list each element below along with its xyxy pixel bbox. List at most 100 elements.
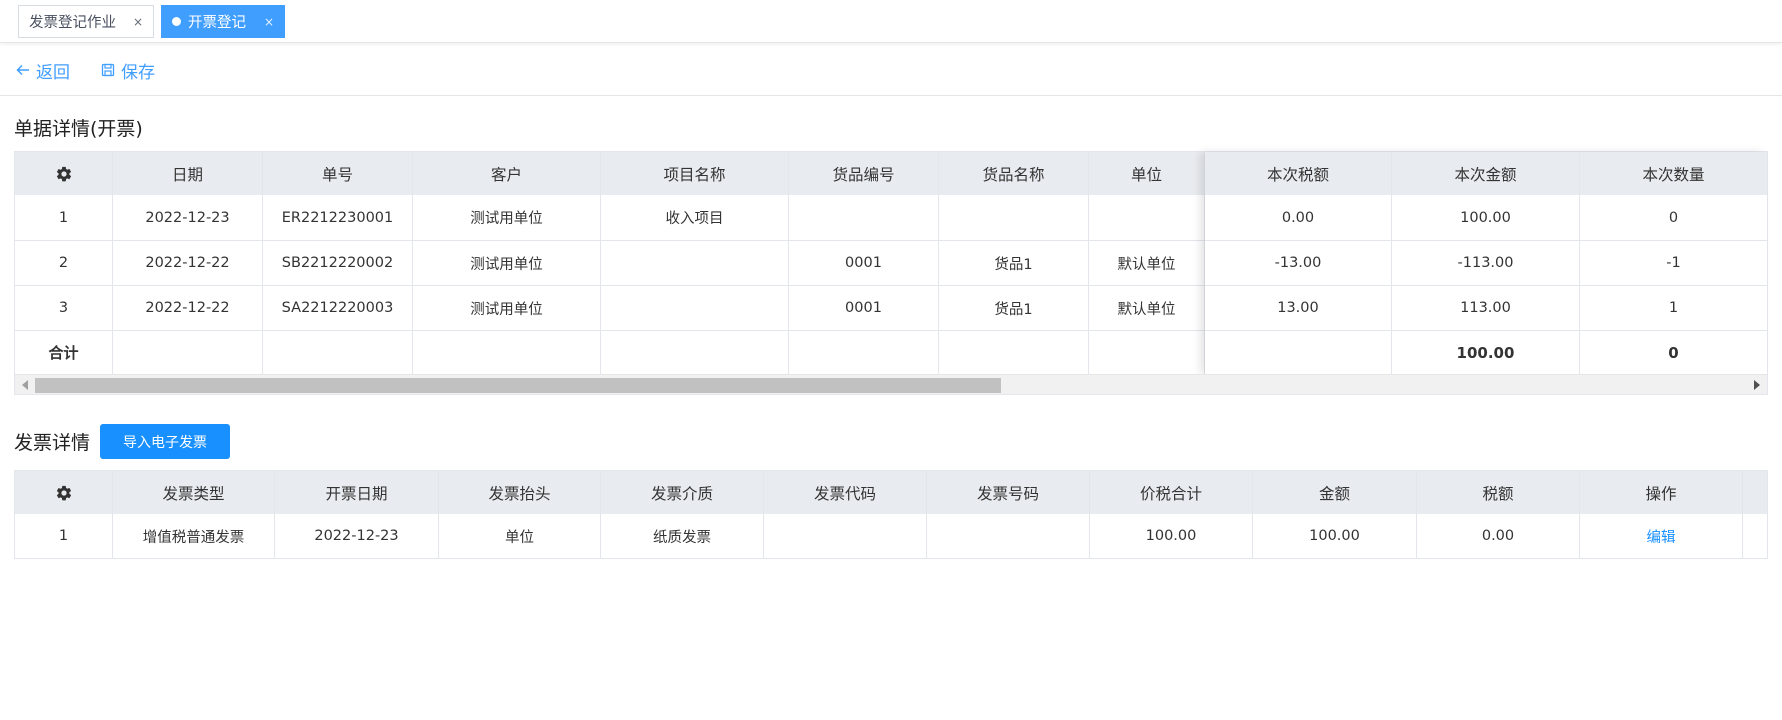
summary-cell: [1089, 331, 1205, 374]
column-header-amount: 本次金额: [1392, 152, 1580, 195]
summary-cell: [789, 331, 939, 374]
column-header-qty: 本次数量: [1580, 152, 1767, 195]
save-label: 保存: [121, 62, 155, 83]
column-header-tax: 税额: [1417, 471, 1580, 514]
close-icon[interactable]: ×: [264, 15, 274, 29]
cell-qty: 0: [1668, 209, 1679, 226]
toolbar: 返回 保存: [0, 43, 1782, 96]
summary-qty: 0: [1668, 343, 1679, 362]
cell-doc-no: SA2212220003: [263, 286, 413, 330]
cell-goods-name: 货品1: [939, 286, 1089, 330]
back-button[interactable]: 返回: [16, 58, 70, 83]
summary-cell: [113, 331, 263, 374]
cell-goods-name: [939, 195, 1089, 240]
back-label: 返回: [36, 62, 70, 83]
row-index: 1: [15, 195, 113, 240]
column-settings-button[interactable]: [15, 152, 113, 195]
horizontal-scrollbar[interactable]: [15, 374, 1767, 394]
cell-spacer: [1743, 514, 1767, 558]
edit-link[interactable]: 编辑: [1647, 526, 1676, 547]
column-header-amount: 金额: [1253, 471, 1417, 514]
column-header-tax: 本次税额: [1205, 152, 1392, 195]
cell-invoice-title: 单位: [439, 514, 601, 558]
column-header-issue-date: 开票日期: [275, 471, 439, 514]
column-header-spacer: [1743, 471, 1767, 514]
cell-amount: 100.00: [1253, 514, 1417, 558]
save-button[interactable]: 保存: [101, 58, 155, 83]
summary-cell: [413, 331, 601, 374]
section-title-document-details: 单据详情(开票): [14, 118, 143, 140]
close-icon[interactable]: ×: [133, 15, 143, 29]
cell-tax: 0.00: [1205, 195, 1392, 240]
cell-invoice-number: [927, 514, 1090, 558]
column-header-project: 项目名称: [601, 152, 789, 195]
cell-actions: 编辑: [1580, 514, 1743, 558]
fixed-right-columns: 本次税额 本次金额 本次数量 0.00 100.00 0 -13.00 -113…: [1205, 152, 1767, 374]
column-header-unit: 单位: [1089, 152, 1205, 195]
gear-icon: [55, 484, 73, 502]
cell-unit: 默认单位: [1089, 286, 1205, 330]
row-index: 1: [15, 514, 113, 558]
cell-qty: -1: [1666, 255, 1681, 271]
document-details-table: 日期 单号 客户 项目名称 货品编号 货品名称 单位 1 2022-12-23 …: [14, 151, 1768, 395]
table-row[interactable]: 13.00 113.00 1: [1205, 286, 1767, 331]
cell-date: 2022-12-23: [113, 195, 263, 240]
cell-project: 收入项目: [601, 195, 789, 240]
summary-cell: [939, 331, 1089, 374]
table-row[interactable]: 1 增值税普通发票 2022-12-23 单位 纸质发票 100.00 100.…: [15, 514, 1767, 558]
summary-cell: [601, 331, 789, 374]
column-settings-button[interactable]: [15, 471, 113, 514]
column-header-goods-name: 货品名称: [939, 152, 1089, 195]
tab-bar: 发票登记作业 × 开票登记 ×: [0, 0, 1782, 43]
tab-issue-invoice-registration[interactable]: 开票登记 ×: [161, 5, 285, 38]
cell-tax: 13.00: [1205, 286, 1392, 330]
row-index: 3: [15, 286, 113, 330]
cell-goods-name: 货品1: [939, 241, 1089, 285]
scrollbar-thumb[interactable]: [35, 378, 1001, 393]
cell-invoice-type: 增值税普通发票: [113, 514, 275, 558]
table-row[interactable]: -13.00 -113.00 -1: [1205, 241, 1767, 286]
column-header-invoice-number: 发票号码: [927, 471, 1090, 514]
cell-date: 2022-12-22: [113, 286, 263, 330]
tab-invoice-registration-job[interactable]: 发票登记作业 ×: [18, 5, 154, 38]
tab-label: 发票登记作业: [29, 15, 116, 31]
cell-unit: 默认单位: [1089, 241, 1205, 285]
column-header-customer: 客户: [413, 152, 601, 195]
cell-doc-no: ER2212230001: [263, 195, 413, 240]
cell-amount: -113.00: [1392, 241, 1580, 285]
cell-qty: 1: [1668, 300, 1679, 316]
summary-label: 合计: [15, 331, 113, 374]
column-header-date: 日期: [113, 152, 263, 195]
arrow-left-icon: [16, 63, 30, 77]
cell-invoice-code: [764, 514, 927, 558]
cell-goods-code: [789, 195, 939, 240]
summary-row: 100.00 0: [1205, 331, 1767, 374]
cell-goods-code: 0001: [789, 286, 939, 330]
column-header-invoice-code: 发票代码: [764, 471, 927, 514]
import-e-invoice-button[interactable]: 导入电子发票: [100, 424, 230, 459]
cell-customer: 测试用单位: [413, 241, 601, 285]
summary-amount: 100.00: [1392, 331, 1580, 374]
cell-customer: 测试用单位: [413, 286, 601, 330]
cell-issue-date: 2022-12-23: [275, 514, 439, 558]
section-title-invoice-details: 发票详情: [14, 432, 91, 454]
column-header-invoice-type: 发票类型: [113, 471, 275, 514]
table-header-row: 发票类型 开票日期 发票抬头 发票介质 发票代码 发票号码 价税合计 金额 税额…: [15, 471, 1767, 514]
table-row[interactable]: 0.00 100.00 0: [1205, 195, 1767, 241]
scroll-right-arrow-icon[interactable]: [1754, 380, 1760, 390]
cell-tax: -13.00: [1205, 241, 1392, 285]
scroll-left-arrow-icon[interactable]: [22, 380, 28, 390]
cell-amount: 100.00: [1392, 195, 1580, 240]
row-index: 2: [15, 241, 113, 285]
invoice-details-table: 发票类型 开票日期 发票抬头 发票介质 发票代码 发票号码 价税合计 金额 税额…: [14, 470, 1768, 559]
cell-date: 2022-12-22: [113, 241, 263, 285]
column-header-doc-no: 单号: [263, 152, 413, 195]
cell-tax: 0.00: [1417, 514, 1580, 558]
summary-cell: [1205, 331, 1392, 374]
column-header-invoice-medium: 发票介质: [601, 471, 764, 514]
cell-project: [601, 241, 789, 285]
cell-goods-code: 0001: [789, 241, 939, 285]
cell-customer: 测试用单位: [413, 195, 601, 240]
column-header-actions: 操作: [1580, 471, 1743, 514]
column-header-total-with-tax: 价税合计: [1090, 471, 1253, 514]
